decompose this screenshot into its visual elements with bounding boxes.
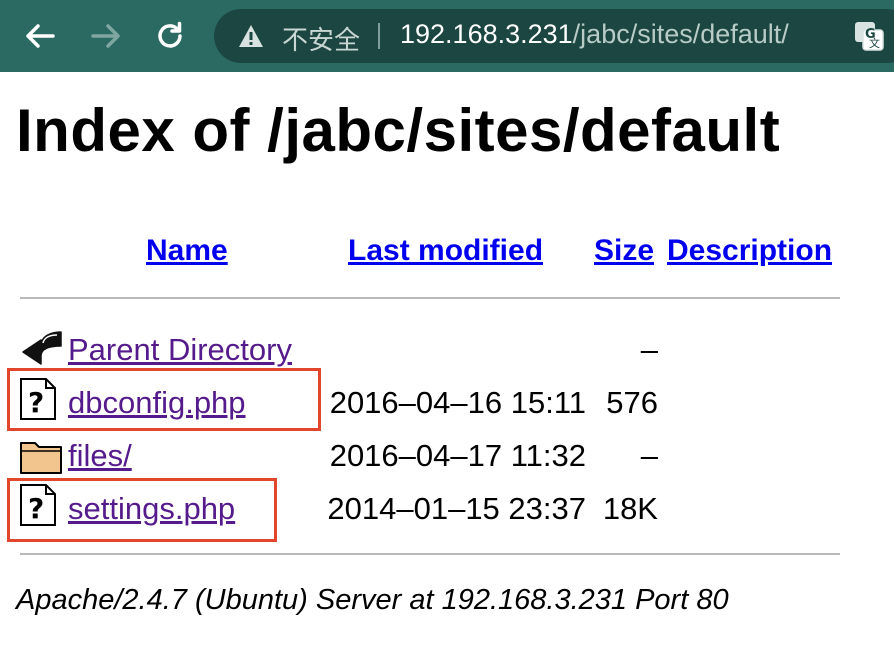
bottom-divider — [20, 553, 840, 555]
reload-button[interactable] — [148, 14, 192, 58]
column-header-size[interactable]: Size — [594, 234, 654, 268]
forward-arrow-icon — [91, 24, 120, 48]
top-divider — [20, 297, 840, 299]
svg-text:文: 文 — [869, 36, 880, 50]
file-size: 18K — [602, 491, 658, 526]
translate-icon[interactable]: G 文 — [854, 21, 884, 51]
back-arrow-icon — [26, 24, 55, 48]
highlight-box — [7, 478, 277, 542]
security-status-label[interactable]: 不安全 — [282, 20, 360, 57]
folder-icon — [20, 442, 62, 474]
file-last-modified: 2014–01–15 23:37 — [327, 491, 586, 526]
file-size: 576 — [606, 385, 658, 420]
forward-button[interactable] — [84, 14, 128, 58]
omnibox-divider — [378, 23, 380, 49]
file-last-modified: 2016–04–16 15:11 — [329, 385, 586, 420]
back-button[interactable] — [18, 14, 62, 58]
url-path: /jabc/sites/default/ — [572, 19, 789, 49]
file-size: – — [640, 438, 658, 473]
file-last-modified: 2016–04–17 11:32 — [329, 438, 586, 473]
address-bar[interactable]: 不安全 192.168.3.231/jabc/sites/default/ G … — [214, 9, 894, 63]
back-arrow-icon — [22, 331, 62, 365]
server-signature: Apache/2.4.7 (Ubuntu) Server at 192.168.… — [16, 584, 729, 616]
column-header-last-modified[interactable]: Last modified — [348, 234, 543, 268]
parent-directory-link[interactable]: Parent Directory — [68, 332, 292, 368]
folder-link-files[interactable]: files/ — [68, 438, 132, 474]
browser-toolbar: 不安全 192.168.3.231/jabc/sites/default/ G … — [0, 0, 894, 72]
column-header-name[interactable]: Name — [146, 234, 228, 268]
highlight-box — [7, 368, 321, 431]
file-size: – — [640, 332, 658, 367]
url-host: 192.168.3.231 — [400, 19, 573, 49]
column-header-description[interactable]: Description — [667, 234, 832, 268]
reload-icon — [158, 21, 182, 48]
url-text[interactable]: 192.168.3.231/jabc/sites/default/ — [400, 19, 789, 50]
page-title: Index of /jabc/sites/default — [16, 97, 781, 164]
warning-icon[interactable] — [238, 24, 264, 48]
